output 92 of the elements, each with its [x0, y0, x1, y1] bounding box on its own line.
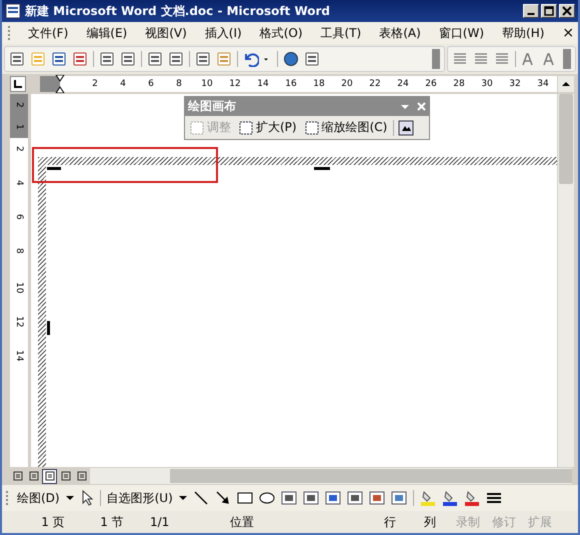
menu-item[interactable]: 视图(V): [145, 24, 187, 42]
view-mode-button[interactable]: [42, 468, 57, 484]
document-icon: [5, 3, 21, 19]
tab-selector-button[interactable]: [10, 76, 26, 92]
toolbar-title: 绘图画布: [188, 98, 236, 115]
ruler-number: 2: [10, 94, 28, 116]
status-text: 修订: [491, 514, 517, 530]
menu-item[interactable]: 帮助(H): [502, 24, 544, 42]
ruler-number: 18: [312, 79, 326, 89]
scroll-up-button[interactable]: [558, 76, 574, 92]
ruler-number: 4: [14, 180, 24, 188]
menu-item[interactable]: 工具(T): [320, 24, 362, 42]
status-text: 1 节: [99, 514, 125, 530]
dotted-square-icon: [304, 120, 319, 134]
ruler-margin: [40, 76, 60, 92]
ruler-number: 12: [14, 316, 24, 330]
menu-item[interactable]: 窗口(W): [438, 24, 484, 42]
minimize-button[interactable]: [523, 4, 539, 18]
dotted-square-icon: [190, 120, 204, 134]
ruler-number: 1: [10, 116, 28, 138]
up-arrow-icon: [562, 81, 570, 87]
minimize-icon: [527, 13, 535, 15]
page-view-icon: [60, 471, 70, 481]
ruler-number: 8: [175, 79, 183, 89]
rectangle-icon[interactable]: [236, 490, 253, 506]
line-icon[interactable]: [192, 490, 209, 506]
ruler-number: 12: [228, 79, 242, 89]
ruler-number: 24: [396, 79, 410, 89]
line-color-icon[interactable]: [442, 490, 458, 506]
draw-menu-button[interactable]: 绘图(D): [17, 490, 60, 506]
menu-item[interactable]: 插入(I): [204, 24, 242, 42]
canvas-toolbar-button[interactable]: 扩大(P): [237, 119, 299, 136]
ruler-number: 20: [340, 79, 354, 89]
close-icon: [562, 6, 572, 16]
ruler-number: 2: [14, 146, 24, 154]
oval-icon[interactable]: [258, 490, 275, 506]
status-text: 列: [423, 514, 437, 530]
status-text: 位置: [229, 514, 255, 530]
ruler-number: 14: [256, 79, 270, 89]
dropdown-caret-icon[interactable]: [178, 495, 187, 501]
pointer-arrow-icon[interactable]: [80, 490, 94, 506]
menu-item[interactable]: 文件(F): [28, 24, 68, 42]
ruler-number: 28: [452, 79, 466, 89]
canvas-handle[interactable]: [47, 321, 50, 335]
indent-marker-icon[interactable]: [55, 75, 65, 93]
canvas-handle[interactable]: [314, 167, 330, 170]
ruler-number: 2: [91, 79, 99, 89]
maximize-button[interactable]: [541, 4, 557, 18]
maximize-icon: [544, 6, 554, 16]
ruler-number: 4: [119, 79, 127, 89]
menu-item[interactable]: 格式(O): [260, 24, 303, 42]
ruler-number: 34: [536, 79, 550, 89]
arrow-icon[interactable]: [214, 490, 231, 506]
close-document-button[interactable]: ×: [562, 25, 574, 41]
font-color-icon[interactable]: [464, 490, 480, 506]
page-view-icon: [28, 471, 38, 481]
ruler-number: 10: [200, 79, 214, 89]
ruler-number: 22: [368, 79, 382, 89]
ruler-number: 6: [14, 214, 24, 222]
window-title: 新建 Microsoft Word 文档.doc - Microsoft Word: [25, 2, 332, 20]
ruler-number: 6: [147, 79, 155, 89]
close-button[interactable]: [559, 4, 575, 18]
dotted-square-icon: [239, 120, 253, 134]
menu-item[interactable]: 表格(A): [379, 24, 421, 42]
canvas-handle[interactable]: [47, 167, 61, 170]
ruler-number: 10: [14, 282, 24, 296]
ruler-number: 8: [14, 248, 24, 256]
undo-arrow-icon[interactable]: [243, 51, 259, 67]
ruler-number: 14: [14, 350, 24, 364]
ruler-number: 32: [508, 79, 522, 89]
ruler-number: 30: [480, 79, 494, 89]
close-icon[interactable]: [417, 102, 426, 111]
page-view-icon: [12, 471, 22, 481]
vertical-scrollbar[interactable]: [558, 94, 574, 467]
status-text: 1/1: [149, 515, 170, 529]
autoshapes-menu-button[interactable]: 自选图形(U): [106, 490, 173, 506]
line-style-icon[interactable]: [486, 490, 502, 506]
page-view-icon: [44, 471, 54, 481]
status-text: 1 页: [40, 514, 66, 530]
status-text: 行: [383, 514, 397, 530]
text-wrapping-icon[interactable]: [398, 120, 414, 136]
status-text: 录制: [455, 514, 481, 530]
dropdown-caret-icon[interactable]: [66, 495, 74, 501]
horizontal-scrollbar[interactable]: [90, 468, 572, 484]
canvas-toolbar-button[interactable]: 缩放绘图(C): [302, 119, 390, 136]
left-tab-icon: [13, 79, 23, 89]
status-text: 扩展: [527, 514, 553, 530]
page-view-icon: [76, 471, 86, 481]
ruler-number: 26: [424, 79, 438, 89]
ruler-number: 16: [284, 79, 298, 89]
fill-bucket-icon[interactable]: [420, 490, 436, 506]
menu-item[interactable]: 编辑(E): [86, 24, 128, 42]
